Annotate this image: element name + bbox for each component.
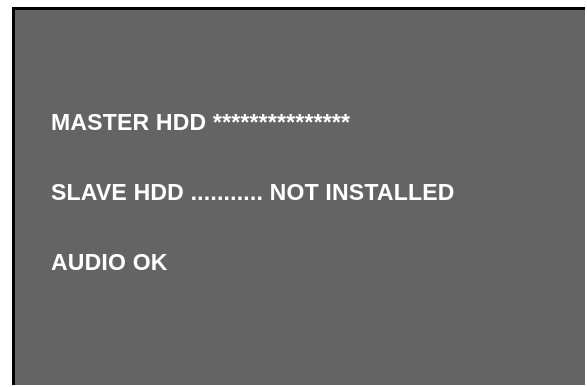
master-hdd-status: MASTER HDD *************** bbox=[51, 109, 351, 135]
slave-hdd-status: SLAVE HDD ........... NOT INSTALLED bbox=[51, 179, 455, 205]
audio-status: AUDIO OK bbox=[51, 249, 168, 275]
status-screen: MASTER HDD *************** SLAVE HDD ...… bbox=[12, 7, 585, 385]
